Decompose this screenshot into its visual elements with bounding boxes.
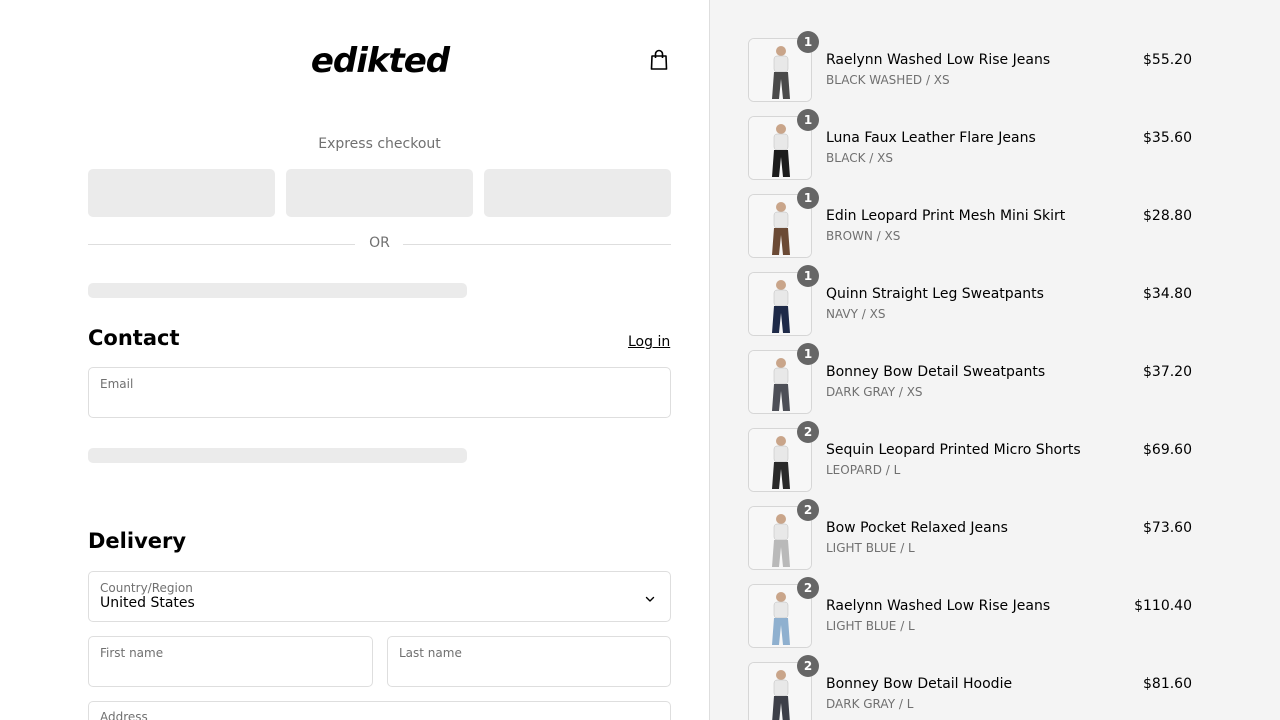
quantity-badge: 2: [797, 655, 819, 677]
login-link[interactable]: Log in: [628, 334, 670, 350]
cart-item-variant: LIGHT BLUE / L: [826, 619, 915, 633]
cart-item-variant: DARK GRAY / L: [826, 697, 914, 711]
brand-logo[interactable]: edikted: [294, 38, 466, 84]
cart-item: 1 Quinn Straight Leg Sweatpants NAVY / XS $…: [748, 265, 1192, 336]
cart-item-variant: NAVY / XS: [826, 307, 886, 321]
contact-title: Contact: [88, 326, 180, 350]
express-checkout-label: Express checkout: [318, 136, 441, 152]
address-field[interactable]: Address: [88, 701, 671, 720]
express-pay-button-3[interactable]: [484, 169, 671, 217]
first-name-label: First name: [100, 646, 164, 660]
last-name-field[interactable]: Last name: [387, 636, 671, 687]
country-select-value: United States: [100, 595, 195, 611]
cart-item-price: $81.60: [1143, 676, 1192, 692]
quantity-badge: 1: [797, 187, 819, 209]
cart-item-name: Luna Faux Leather Flare Jeans: [826, 130, 1036, 146]
cart-item: 2 Bonney Bow Detail Hoodie DARK GRAY / L $8…: [748, 655, 1192, 720]
order-summary-panel: 1 Raelynn Washed Low Rise Jeans BLACK WASH…: [710, 0, 1280, 720]
cart-item-name: Quinn Straight Leg Sweatpants: [826, 286, 1044, 302]
cart-item-price: $73.60: [1143, 520, 1192, 536]
checkout-form-panel: edikted Express checkout OR Contact Log …: [0, 0, 710, 720]
cart-item: 1 Raelynn Washed Low Rise Jeans BLACK WASH…: [748, 31, 1192, 102]
quantity-badge: 1: [797, 109, 819, 131]
cart-item-name: Edin Leopard Print Mesh Mini Skirt: [826, 208, 1066, 224]
cart-item-variant: DARK GRAY / XS: [826, 385, 923, 399]
shopping-bag-icon[interactable]: [646, 47, 672, 73]
cart-item-name: Bow Pocket Relaxed Jeans: [826, 520, 1008, 536]
quantity-badge: 2: [797, 577, 819, 599]
express-pay-button-1[interactable]: [88, 169, 275, 217]
or-divider-text: OR: [369, 235, 390, 251]
first-name-field[interactable]: First name: [88, 636, 373, 687]
loading-placeholder: [88, 283, 467, 298]
cart-item-variant: BLACK / XS: [826, 151, 893, 165]
delivery-title: Delivery: [88, 529, 187, 553]
chevron-down-icon: [644, 590, 656, 609]
quantity-badge: 2: [797, 499, 819, 521]
loading-placeholder: [88, 448, 467, 463]
country-select-label: Country/Region: [100, 581, 193, 595]
cart-item-name: Raelynn Washed Low Rise Jeans: [826, 598, 1051, 614]
address-label: Address: [100, 710, 148, 720]
cart-item-name: Sequin Leopard Printed Micro Shorts: [826, 442, 1081, 458]
quantity-badge: 1: [797, 343, 819, 365]
cart-item: 2 Sequin Leopard Printed Micro Shorts LEOP…: [748, 421, 1192, 492]
svg-text:edikted: edikted: [311, 41, 451, 81]
quantity-badge: 1: [797, 265, 819, 287]
cart-item-variant: BROWN / XS: [826, 229, 901, 243]
cart-item-price: $34.80: [1143, 286, 1192, 302]
quantity-badge: 1: [797, 31, 819, 53]
cart-item-price: $110.40: [1134, 598, 1192, 614]
cart-item-variant: BLACK WASHED / XS: [826, 73, 950, 87]
email-field[interactable]: Email: [88, 367, 671, 418]
cart-item-variant: LEOPARD / L: [826, 463, 901, 477]
cart-item: 1 Bonney Bow Detail Sweatpants DARK GRAY /…: [748, 343, 1192, 414]
or-divider: OR: [88, 235, 671, 253]
express-pay-button-2[interactable]: [286, 169, 473, 217]
country-select[interactable]: Country/Region United States: [88, 571, 671, 622]
cart-item-price: $69.60: [1143, 442, 1192, 458]
quantity-badge: 2: [797, 421, 819, 443]
cart-item-name: Bonney Bow Detail Sweatpants: [826, 364, 1046, 380]
cart-item-price: $37.20: [1143, 364, 1192, 380]
cart-item-variant: LIGHT BLUE / L: [826, 541, 915, 555]
cart-item-price: $35.60: [1143, 130, 1192, 146]
cart-item-name: Raelynn Washed Low Rise Jeans: [826, 52, 1051, 68]
cart-item-name: Bonney Bow Detail Hoodie: [826, 676, 1013, 692]
last-name-label: Last name: [399, 646, 462, 660]
cart-item-price: $28.80: [1143, 208, 1192, 224]
cart-item-price: $55.20: [1143, 52, 1192, 68]
cart-item: 2 Bow Pocket Relaxed Jeans LIGHT BLUE / L $…: [748, 499, 1192, 570]
email-field-label: Email: [100, 377, 134, 391]
cart-item: 1 Edin Leopard Print Mesh Mini Skirt BROWN…: [748, 187, 1192, 258]
cart-item: 2 Raelynn Washed Low Rise Jeans LIGHT BLUE…: [748, 577, 1192, 648]
cart-item: 1 Luna Faux Leather Flare Jeans BLACK / XS…: [748, 109, 1192, 180]
